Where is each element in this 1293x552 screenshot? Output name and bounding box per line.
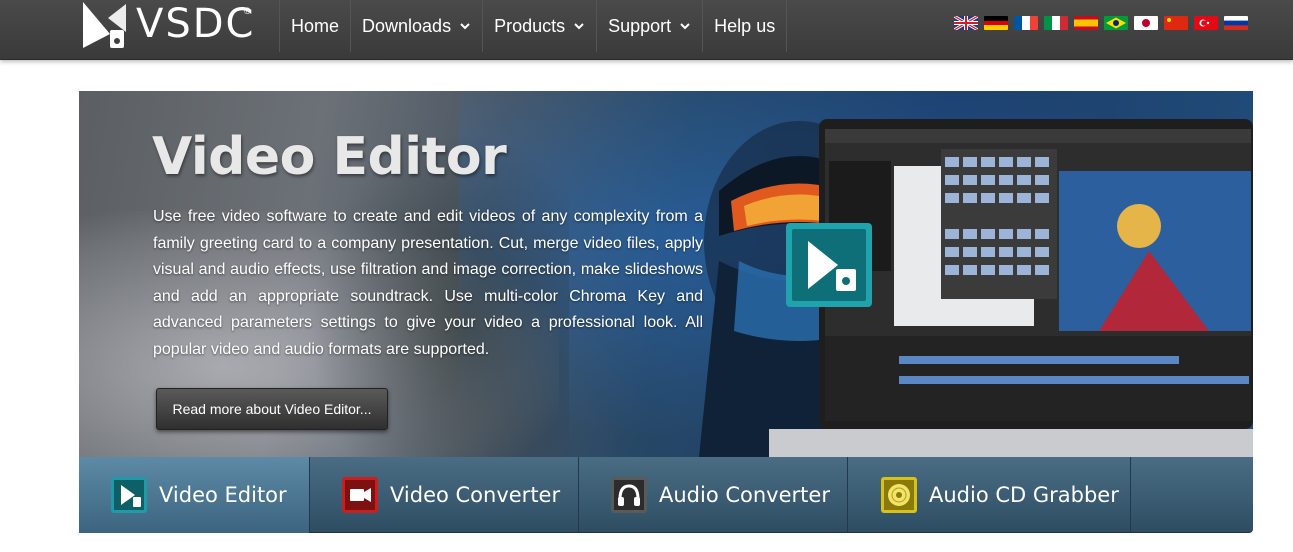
german-flag-icon[interactable] bbox=[984, 16, 1008, 30]
top-navigation-bar: VSDC ® Home Downloads Products Support H… bbox=[0, 0, 1293, 60]
nav-products[interactable]: Products bbox=[482, 0, 596, 52]
tab-video-converter[interactable]: Video Converter bbox=[310, 457, 579, 533]
nav-help-us[interactable]: Help us bbox=[702, 0, 788, 52]
tab-video-editor[interactable]: Video Editor bbox=[79, 457, 310, 533]
nav-support[interactable]: Support bbox=[596, 0, 702, 52]
tab-video-editor-label: Video Editor bbox=[159, 483, 287, 507]
nav-products-label: Products bbox=[494, 15, 566, 36]
italian-flag-icon[interactable] bbox=[1044, 16, 1068, 30]
nav-help-us-label: Help us bbox=[714, 15, 776, 36]
logo-text[interactable]: VSDC bbox=[136, 2, 255, 46]
video-editor-icon bbox=[111, 477, 147, 513]
hero-title: Video Editor bbox=[152, 127, 507, 187]
product-tabs: Video Editor Video Converter Audio Conve… bbox=[79, 457, 1253, 533]
main-nav: Home Downloads Products Support Help us bbox=[279, 0, 788, 52]
russia-flag-icon[interactable] bbox=[1224, 16, 1248, 30]
video-converter-icon bbox=[342, 477, 378, 513]
tab-audio-cd-grabber[interactable]: Audio CD Grabber bbox=[848, 457, 1131, 533]
nav-downloads[interactable]: Downloads bbox=[350, 0, 482, 52]
video-editor-logo-icon bbox=[786, 223, 872, 307]
japan-flag-icon[interactable] bbox=[1134, 16, 1158, 30]
chevron-down-icon bbox=[574, 23, 584, 30]
tab-audio-cd-grabber-label: Audio CD Grabber bbox=[929, 483, 1119, 507]
spanish-flag-icon[interactable] bbox=[1074, 16, 1098, 30]
language-selector bbox=[954, 16, 1248, 30]
uk-flag-icon[interactable] bbox=[954, 16, 978, 30]
brazil-flag-icon[interactable] bbox=[1104, 16, 1128, 30]
tabs-filler bbox=[1131, 457, 1253, 533]
registered-mark: ® bbox=[244, 6, 251, 16]
tab-audio-converter[interactable]: Audio Converter bbox=[579, 457, 848, 533]
chevron-down-icon bbox=[460, 23, 470, 30]
audio-cd-grabber-icon bbox=[881, 477, 917, 513]
nav-home-label: Home bbox=[291, 15, 340, 36]
chevron-down-icon bbox=[680, 23, 690, 30]
french-flag-icon[interactable] bbox=[1014, 16, 1038, 30]
turkey-flag-icon[interactable] bbox=[1194, 16, 1218, 30]
hero-description: Use free video software to create and ed… bbox=[153, 208, 703, 358]
hero-banner: Video Editor Use free video software to … bbox=[79, 91, 1253, 457]
read-more-button[interactable]: Read more about Video Editor... bbox=[156, 388, 388, 430]
tab-video-converter-label: Video Converter bbox=[390, 483, 561, 507]
tab-audio-converter-label: Audio Converter bbox=[659, 483, 830, 507]
nav-home[interactable]: Home bbox=[279, 0, 350, 52]
nav-support-label: Support bbox=[608, 15, 672, 36]
nav-downloads-label: Downloads bbox=[362, 15, 452, 36]
audio-converter-icon bbox=[611, 477, 647, 513]
china-flag-icon[interactable] bbox=[1164, 16, 1188, 30]
